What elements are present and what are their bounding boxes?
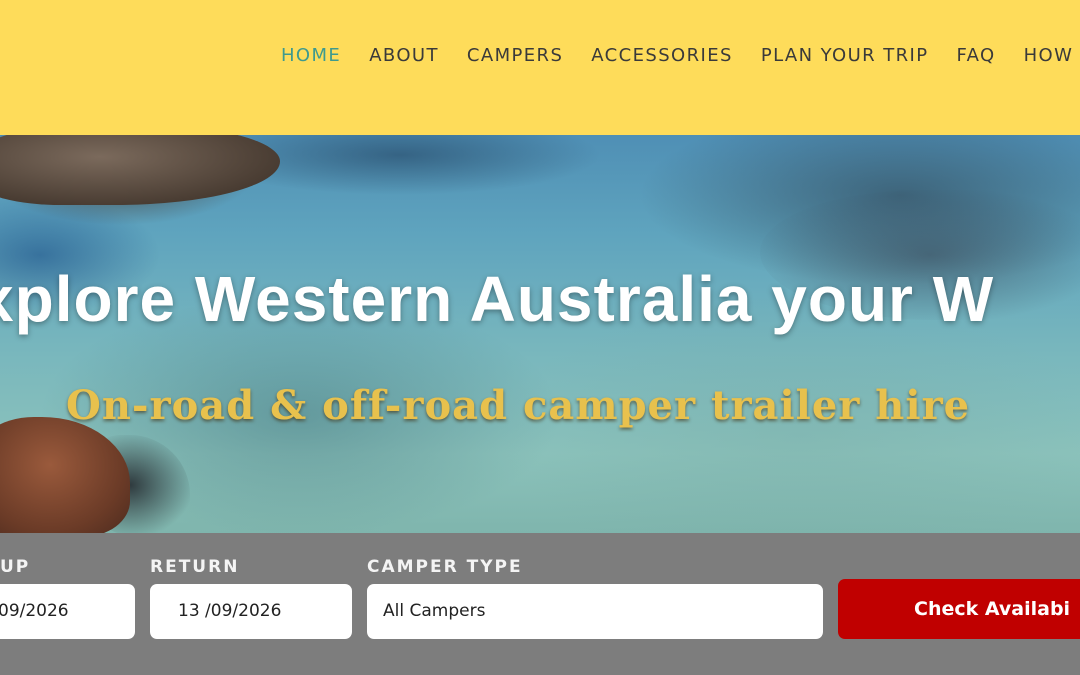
hero-banner: xplore Western Australia your W On-road … bbox=[0, 135, 1080, 533]
main-nav: HOME ABOUT CAMPERS ACCESSORIES PLAN YOUR… bbox=[281, 44, 1080, 68]
nav-about[interactable]: ABOUT bbox=[369, 44, 439, 68]
site-header: HOME ABOUT CAMPERS ACCESSORIES PLAN YOUR… bbox=[0, 0, 1080, 135]
check-availability-button[interactable]: Check Availabi bbox=[838, 579, 1080, 639]
return-date-field[interactable]: 13 /09/2026 bbox=[150, 584, 352, 639]
nav-accessories[interactable]: ACCESSORIES bbox=[591, 44, 733, 68]
pickup-label: UP bbox=[0, 557, 31, 577]
nav-campers[interactable]: CAMPERS bbox=[467, 44, 563, 68]
nav-home[interactable]: HOME bbox=[281, 44, 341, 68]
return-label: RETURN bbox=[150, 557, 240, 577]
hero-rock-top bbox=[0, 135, 280, 205]
hero-title: xplore Western Australia your W bbox=[0, 263, 995, 335]
nav-plan-your-trip[interactable]: PLAN YOUR TRIP bbox=[761, 44, 929, 68]
camper-type-select[interactable]: All Campers bbox=[367, 584, 823, 639]
pickup-date-field[interactable]: 09/2026 bbox=[0, 584, 135, 639]
nav-how-to[interactable]: HOW T bbox=[1024, 44, 1080, 68]
camper-type-label: CAMPER TYPE bbox=[367, 557, 523, 577]
hero-subtitle: On-road & off-road camper trailer hire bbox=[66, 382, 971, 429]
booking-bar: UP 09/2026 RETURN 13 /09/2026 CAMPER TYP… bbox=[0, 533, 1080, 675]
hero-rock-bottom bbox=[0, 417, 130, 533]
nav-faq[interactable]: FAQ bbox=[956, 44, 995, 68]
